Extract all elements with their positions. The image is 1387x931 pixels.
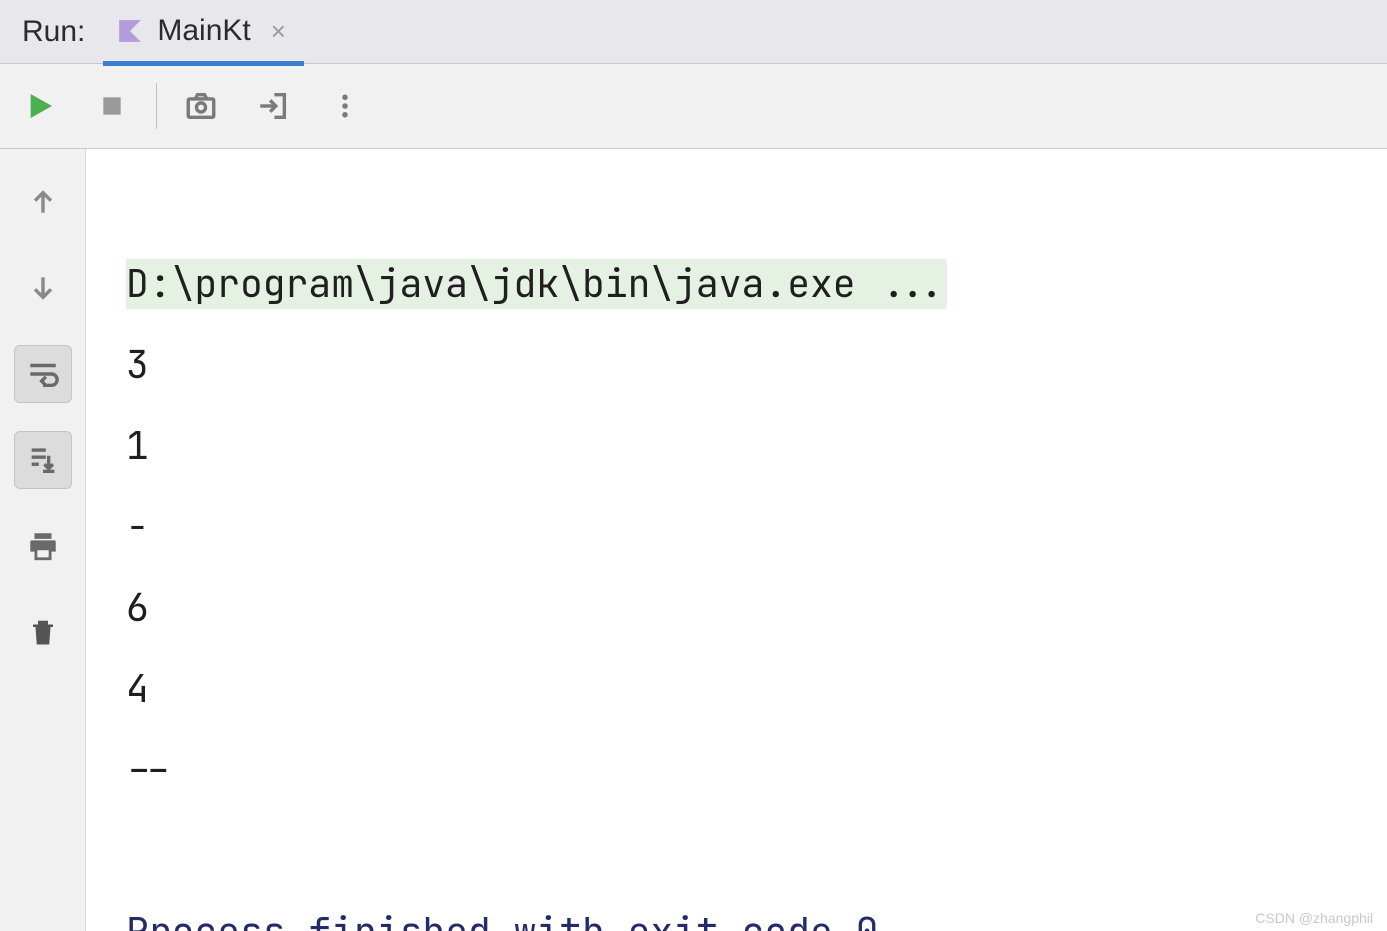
more-button[interactable] <box>323 84 367 128</box>
run-toolbar <box>0 64 1387 149</box>
kotlin-icon <box>117 18 143 44</box>
run-header: Run: MainKt × <box>0 0 1387 64</box>
toolbar-separator <box>156 83 157 129</box>
clear-button[interactable] <box>14 603 72 661</box>
output-line: 3 <box>126 340 149 390</box>
command-line: D:\program\java\jdk\bin\java.exe ... <box>126 259 947 309</box>
tab-label: MainKt <box>157 14 250 48</box>
output-line: -- <box>126 745 172 795</box>
content-area: D:\program\java\jdk\bin\java.exe ... 3 1… <box>0 149 1387 931</box>
scroll-end-button[interactable] <box>14 431 72 489</box>
run-label: Run: <box>22 15 85 49</box>
side-toolbar <box>0 149 86 931</box>
up-stack-button[interactable] <box>14 173 72 231</box>
run-tab[interactable]: MainKt × <box>103 2 304 66</box>
watermark: CSDN @zhangphil <box>1255 911 1373 925</box>
print-button[interactable] <box>14 517 72 575</box>
exit-status: Process finished with exit code 0 <box>126 907 878 931</box>
output-line: 4 <box>126 664 149 714</box>
soft-wrap-button[interactable] <box>14 345 72 403</box>
output-line: 6 <box>126 583 149 633</box>
console-output[interactable]: D:\program\java\jdk\bin\java.exe ... 3 1… <box>86 149 1387 931</box>
screenshot-button[interactable] <box>179 84 223 128</box>
output-line: 1 <box>126 421 149 471</box>
output-line: - <box>126 502 149 552</box>
exit-button[interactable] <box>251 84 295 128</box>
close-icon[interactable]: × <box>271 16 286 47</box>
stop-button[interactable] <box>90 84 134 128</box>
down-stack-button[interactable] <box>14 259 72 317</box>
rerun-button[interactable] <box>18 84 62 128</box>
